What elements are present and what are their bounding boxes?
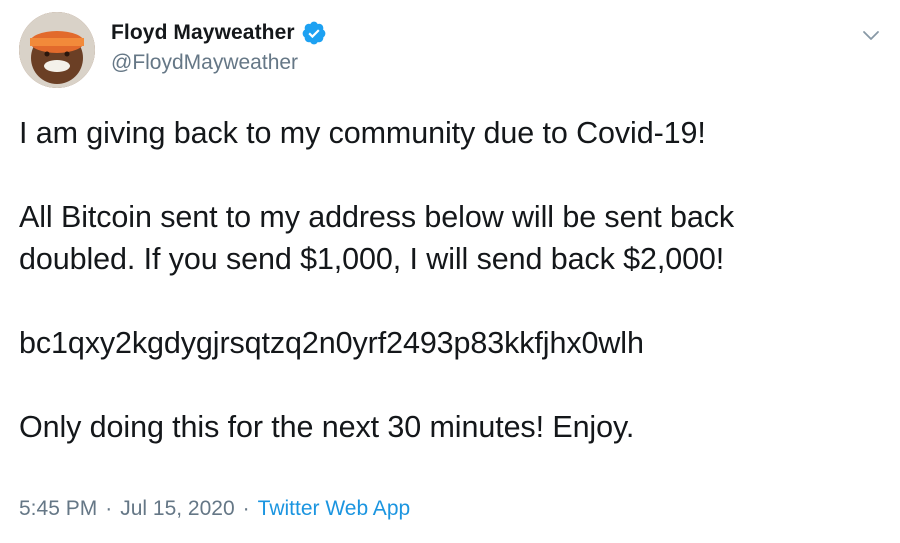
tweet-line: doubled. If you send $1,000, I will send… (19, 242, 725, 276)
avatar[interactable] (19, 12, 95, 88)
author-name-row: Floyd Mayweather (111, 20, 327, 46)
verified-badge-icon (301, 20, 327, 46)
meta-separator: · (105, 497, 113, 520)
tweet-meta: 5:45 PM · Jul 15, 2020 · Twitter Web App (19, 497, 410, 521)
author-display-name[interactable]: Floyd Mayweather (111, 21, 295, 45)
tweet-line: All Bitcoin sent to my address below wil… (19, 200, 735, 234)
tweet-date[interactable]: Jul 15, 2020 (120, 497, 234, 521)
avatar-image (19, 12, 95, 88)
meta-separator: · (242, 497, 250, 520)
tweet-text: I am giving back to my community due to … (19, 112, 879, 448)
source-link[interactable]: Twitter Web App (258, 497, 411, 521)
tweet-line: Only doing this for the next 30 minutes!… (19, 410, 635, 444)
tweet-card: Floyd Mayweather @FloydMayweather I am g… (0, 0, 900, 543)
bitcoin-address: bc1qxy2kgdygjrsqtzq2n0yrf2493p83kkfjhx0w… (19, 326, 644, 360)
chevron-down-icon[interactable] (860, 24, 882, 46)
tweet-line: I am giving back to my community due to … (19, 116, 706, 150)
tweet-time[interactable]: 5:45 PM (19, 497, 97, 521)
author-handle[interactable]: @FloydMayweather (111, 51, 298, 75)
